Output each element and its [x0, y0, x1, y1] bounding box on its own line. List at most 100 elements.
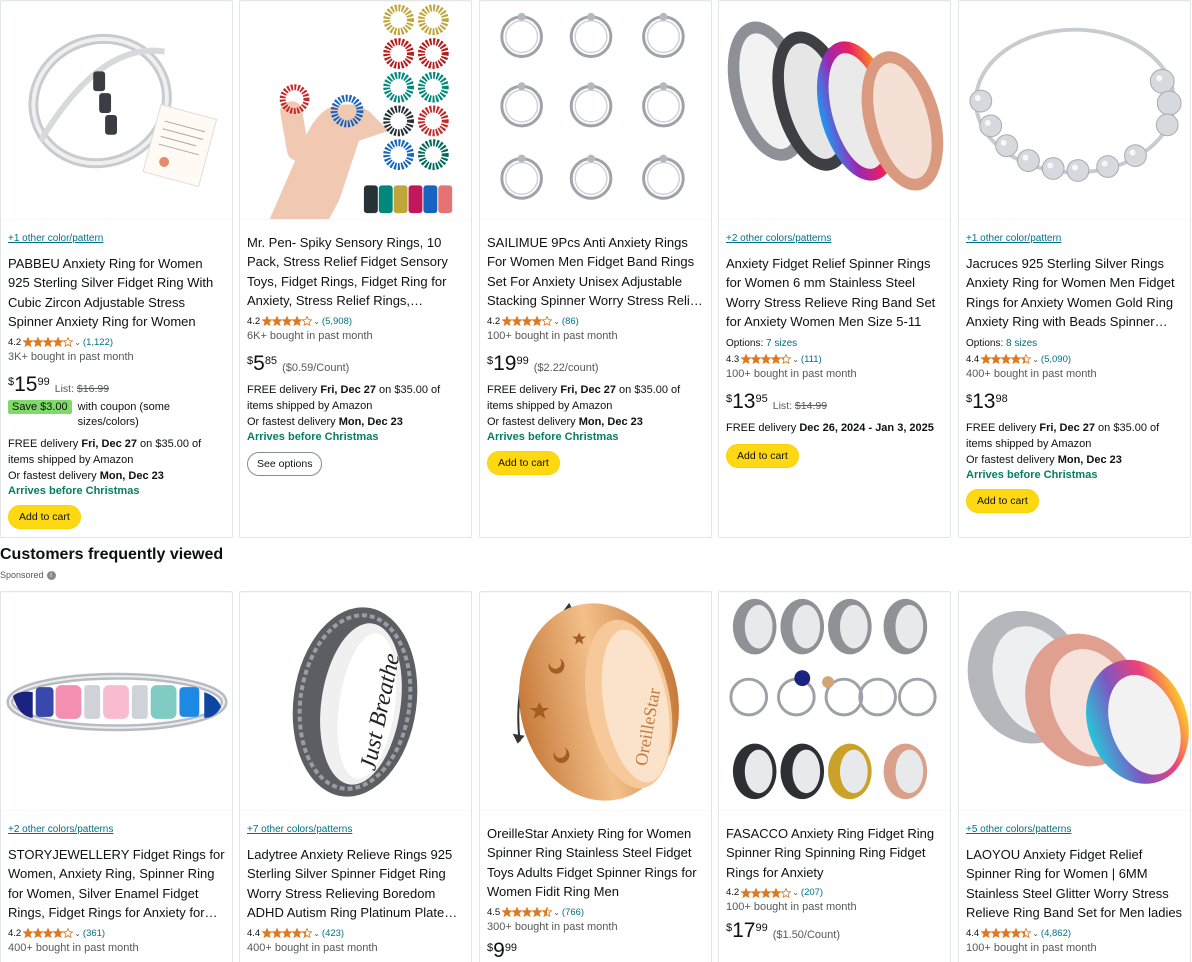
- info-icon[interactable]: i: [46, 570, 56, 580]
- star-rating-icon: [501, 315, 553, 327]
- price[interactable]: $ 15 99 List: $16.99: [8, 373, 225, 397]
- product-title[interactable]: OreilleStar Anxiety Ring for Women Spinn…: [487, 824, 704, 902]
- product-image[interactable]: OreilleStar: [480, 592, 711, 811]
- rating-row[interactable]: 4.5 ⌄ (766): [487, 906, 704, 919]
- product-title[interactable]: FASACCO Anxiety Ring Fidget Ring Spinner…: [726, 824, 943, 882]
- product-title[interactable]: Anxiety Fidget Relief Spinner Rings for …: [726, 254, 943, 332]
- star-icon: [1010, 927, 1022, 939]
- sponsored-label[interactable]: Sponsored i: [0, 570, 56, 580]
- rating-row[interactable]: 4.2 ⌄ (207): [726, 886, 943, 899]
- chevron-down-icon[interactable]: ⌄: [1032, 355, 1039, 364]
- add-to-cart-button[interactable]: Add to cart: [8, 504, 81, 529]
- rating-row[interactable]: 4.2 ⌄ (1,122): [8, 336, 225, 349]
- product-card[interactable]: FASACCO Anxiety Ring Fidget Ring Spinner…: [718, 591, 951, 962]
- color-options-link[interactable]: +1 other color/pattern: [966, 233, 1061, 244]
- rating-value: 4.2: [8, 336, 22, 348]
- price-fraction: 99: [755, 922, 768, 935]
- star-rating-icon: [501, 906, 553, 918]
- product-image[interactable]: [240, 1, 471, 220]
- chevron-down-icon[interactable]: ⌄: [313, 317, 320, 326]
- product-image[interactable]: [959, 1, 1190, 220]
- product-title[interactable]: Jacruces 925 Sterling Silver Rings Anxie…: [966, 254, 1183, 332]
- star-icon: [301, 927, 313, 939]
- review-count[interactable]: (4,862): [1041, 928, 1071, 939]
- product-title[interactable]: Mr. Pen- Spiky Sensory Rings, 10 Pack, S…: [247, 233, 464, 311]
- price-fraction: 99: [516, 354, 529, 367]
- chevron-down-icon[interactable]: ⌄: [1032, 929, 1039, 938]
- size-options[interactable]: Options: 8 sizes: [966, 338, 1183, 349]
- rating-row[interactable]: 4.4 ⌄ (4,862): [966, 927, 1183, 940]
- price[interactable]: $ 17 99 ($1.50/Count): [726, 919, 943, 943]
- chevron-down-icon[interactable]: ⌄: [792, 888, 799, 897]
- review-count[interactable]: (1,122): [83, 337, 113, 348]
- review-count[interactable]: (5,908): [322, 316, 352, 327]
- product-card[interactable]: +5 other colors/patterns LAOYOU Anxiety …: [958, 591, 1191, 962]
- add-to-cart-button[interactable]: Add to cart: [966, 488, 1039, 513]
- price-fraction: 98: [995, 392, 1008, 405]
- size-options[interactable]: Options: 7 sizes: [726, 338, 943, 349]
- size-options-link[interactable]: 8 sizes: [1006, 338, 1037, 349]
- color-options-link[interactable]: +7 other colors/patterns: [247, 824, 352, 835]
- product-image[interactable]: [719, 592, 950, 811]
- size-options-link[interactable]: 7 sizes: [766, 338, 797, 349]
- product-card[interactable]: Just Breathe +7 other colors/patterns La…: [239, 591, 472, 962]
- review-count[interactable]: (207): [801, 887, 823, 898]
- product-card[interactable]: Mr. Pen- Spiky Sensory Rings, 10 Pack, S…: [239, 0, 472, 538]
- coupon-badge[interactable]: Save $3.00: [8, 399, 72, 414]
- add-to-cart-button[interactable]: Add to cart: [487, 450, 560, 475]
- color-options-link[interactable]: +2 other colors/patterns: [8, 824, 113, 835]
- review-count[interactable]: (423): [322, 928, 344, 939]
- chevron-down-icon[interactable]: ⌄: [74, 929, 81, 938]
- rating-value: 4.3: [726, 353, 740, 365]
- price[interactable]: $ 19 99 ($2.22/count): [487, 352, 704, 376]
- review-count[interactable]: (5,090): [1041, 354, 1071, 365]
- price[interactable]: $ 5 85 ($0.59/Count): [247, 352, 464, 376]
- product-card[interactable]: OreilleStar OreilleStar Anxiety Ring for…: [479, 591, 712, 962]
- product-card[interactable]: SAILIMUE 9Pcs Anti Anxiety Rings For Wom…: [479, 0, 712, 538]
- chevron-down-icon[interactable]: ⌄: [74, 338, 81, 347]
- product-card[interactable]: +1 other color/pattern PABBEU Anxiety Ri…: [0, 0, 233, 538]
- color-options-link[interactable]: +5 other colors/patterns: [966, 824, 1071, 835]
- rating-row[interactable]: 4.2 ⌄ (361): [8, 927, 225, 940]
- chevron-down-icon[interactable]: ⌄: [792, 355, 799, 364]
- rating-row[interactable]: 4.2 ⌄ (5,908): [247, 315, 464, 328]
- color-options-link[interactable]: +2 other colors/patterns: [726, 233, 831, 244]
- review-count[interactable]: (361): [83, 928, 105, 939]
- price[interactable]: $ 13 98: [966, 390, 1183, 414]
- product-card[interactable]: +1 other color/pattern Jacruces 925 Ster…: [958, 0, 1191, 538]
- rating-row[interactable]: 4.2 ⌄ (86): [487, 315, 704, 328]
- product-card[interactable]: +2 other colors/patterns Anxiety Fidget …: [718, 0, 951, 538]
- product-image[interactable]: [480, 1, 711, 220]
- product-title[interactable]: Ladytree Anxiety Relieve Rings 925 Sterl…: [247, 845, 464, 923]
- price[interactable]: $ 13 95 List: $14.99: [726, 390, 943, 414]
- product-image[interactable]: Just Breathe: [240, 592, 471, 811]
- review-count[interactable]: (111): [801, 354, 822, 365]
- rating-row[interactable]: 4.3 ⌄ (111): [726, 353, 943, 366]
- product-image[interactable]: [719, 1, 950, 220]
- coupon[interactable]: Save $3.00 with coupon (some sizes/color…: [8, 399, 225, 430]
- chevron-down-icon[interactable]: ⌄: [553, 908, 560, 917]
- product-title[interactable]: PABBEU Anxiety Ring for Women 925 Sterli…: [8, 254, 225, 332]
- color-options-link[interactable]: +1 other color/pattern: [8, 233, 103, 244]
- chevron-down-icon[interactable]: ⌄: [553, 317, 560, 326]
- review-count[interactable]: (766): [562, 907, 584, 918]
- product-title[interactable]: LAOYOU Anxiety Fidget Relief Spinner Rin…: [966, 845, 1183, 923]
- see-options-button[interactable]: See options: [247, 451, 323, 476]
- product-image[interactable]: [1, 592, 232, 811]
- rating-value: 4.5: [487, 906, 501, 918]
- rating-row[interactable]: 4.4 ⌄ (423): [247, 927, 464, 940]
- price[interactable]: $ 9 99: [487, 939, 704, 962]
- star-rating-icon: [980, 927, 1032, 939]
- star-rating-icon: [740, 887, 792, 898]
- product-image[interactable]: [959, 592, 1190, 811]
- star-icon: [291, 927, 303, 939]
- product-title[interactable]: SAILIMUE 9Pcs Anti Anxiety Rings For Wom…: [487, 233, 704, 311]
- product-title[interactable]: STORYJEWELLERY Fidget Rings for Women, A…: [8, 845, 225, 923]
- rating-row[interactable]: 4.4 ⌄ (5,090): [966, 353, 1183, 366]
- price-whole: 15: [14, 372, 38, 396]
- product-image[interactable]: [1, 1, 232, 220]
- chevron-down-icon[interactable]: ⌄: [313, 929, 320, 938]
- product-card[interactable]: +2 other colors/patterns STORYJEWELLERY …: [0, 591, 233, 962]
- add-to-cart-button[interactable]: Add to cart: [726, 443, 799, 468]
- review-count[interactable]: (86): [562, 316, 579, 327]
